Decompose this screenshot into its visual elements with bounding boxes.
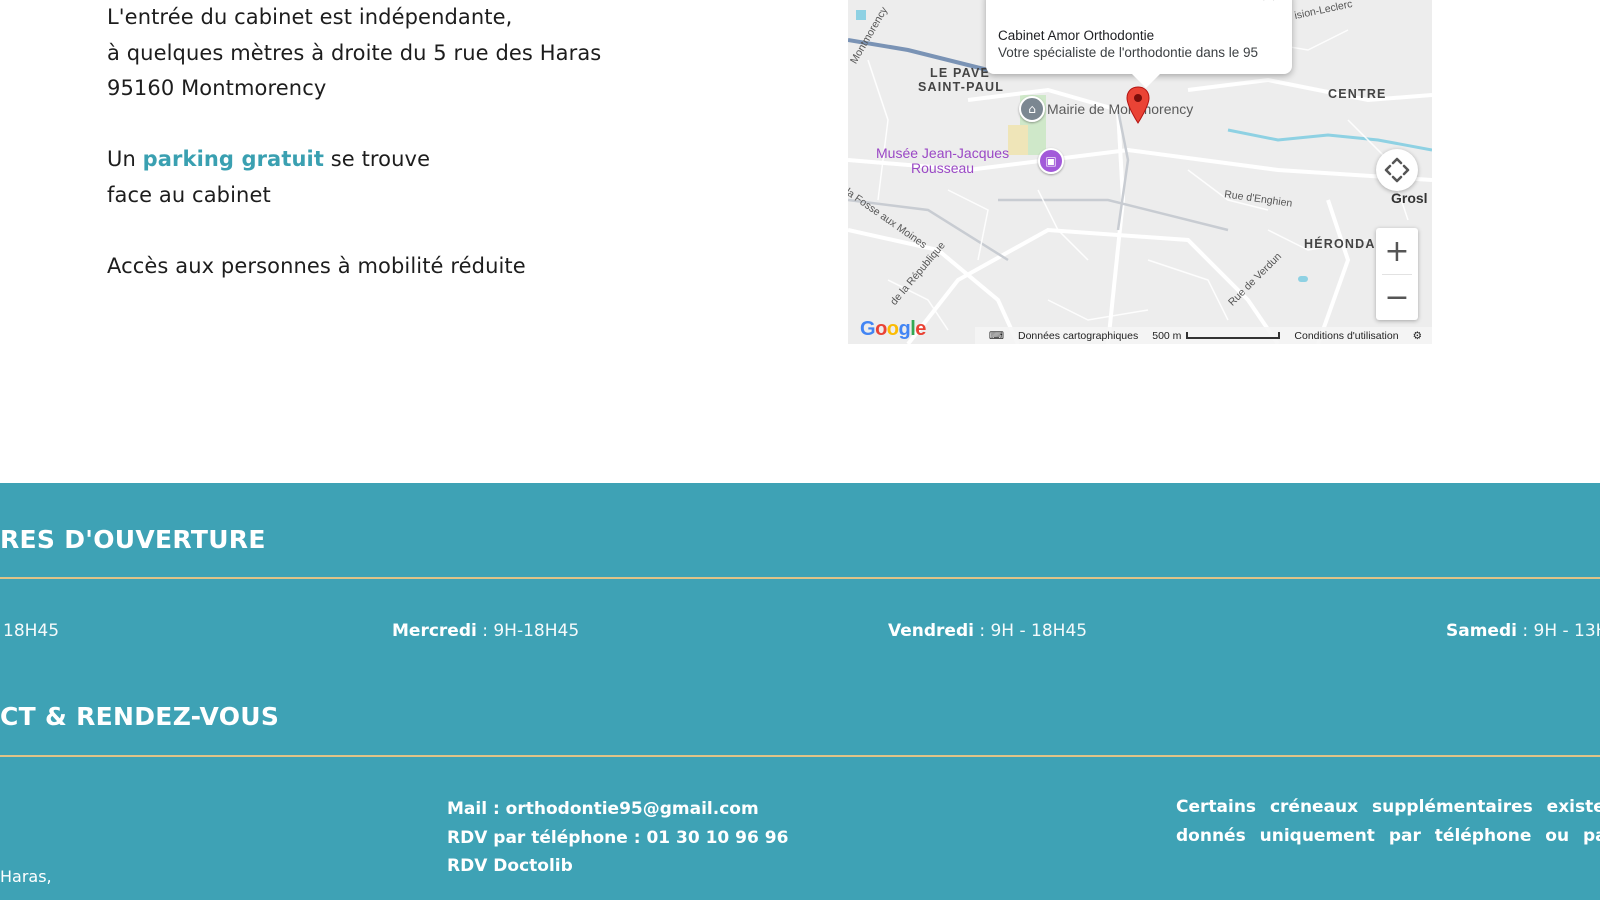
doctolib-link[interactable]: RDV Doctolib — [447, 852, 788, 881]
footer: RES D'OUVERTURE 18H45 Mercredi : 9H-18H4… — [0, 483, 1600, 900]
phone-link[interactable]: RDV par téléphone : 01 30 10 96 96 — [447, 824, 788, 853]
centre-label: CENTRE — [1328, 87, 1387, 101]
contact-divider — [0, 755, 1600, 757]
hours-item: Vendredi : 9H - 18H45 — [888, 621, 1088, 641]
museum-icon[interactable]: ▣ — [1038, 148, 1064, 174]
zoom-control: + − — [1376, 228, 1418, 320]
museum-label[interactable]: Musée Jean-Jacques Rousseau — [876, 146, 1009, 176]
info-window-subtitle: Votre spécialiste de l'orthodontie dans … — [998, 45, 1259, 60]
town-hall-icon[interactable]: ⌂ — [1019, 96, 1045, 122]
mairie-label[interactable]: Mairie de Montmorency — [1047, 101, 1193, 117]
postal-address-text: 95160 Montmorency — [107, 76, 327, 100]
zoom-in-button[interactable]: + — [1376, 229, 1418, 274]
contact-links: Mail : orthodontie95@gmail.com RDV par t… — [447, 795, 788, 881]
google-logo: Google — [860, 318, 926, 340]
le-pave-label: LE PAVE — [930, 66, 991, 80]
google-map[interactable]: Montmorency ision-Leclerc LE PAVE SAINT-… — [848, 0, 1432, 344]
zoom-out-button[interactable]: − — [1376, 275, 1418, 320]
close-icon[interactable]: ✕ — [1260, 0, 1278, 8]
hours-item: Samedi : 9H - 13H — [1446, 621, 1600, 641]
hours-item: Mercredi : 9H-18H45 — [392, 621, 580, 641]
keyboard-icon[interactable]: ⌨ — [989, 330, 1004, 342]
parking-highlight: parking gratuit — [142, 147, 324, 171]
opening-hours-title: RES D'OUVERTURE — [0, 525, 266, 554]
mail-link[interactable]: Mail : orthodontie95@gmail.com — [447, 795, 788, 824]
herondal-label: HÉRONDA — [1304, 237, 1376, 251]
info-window-title: Cabinet Amor Orthodontie — [998, 28, 1155, 43]
entrance-text: L'entrée du cabinet est indépendante, — [107, 5, 513, 29]
accessibility-text: Accès aux personnes à mobilité réduite — [107, 253, 526, 278]
address-fragment: Haras, — [0, 867, 52, 886]
parking-location-text: face au cabinet — [107, 182, 271, 207]
fullscreen-icon — [1384, 157, 1410, 183]
map-attribution: ⌨ Données cartographiques 500 m Conditio… — [974, 327, 1432, 344]
entrance-location-text: à quelques mètres à droite du 5 rue des … — [107, 40, 602, 65]
hours-divider — [0, 577, 1600, 579]
report-icon[interactable]: ⚙ — [1413, 330, 1422, 342]
map-footer: Google ⌨ Données cartographiques 500 m C… — [848, 318, 1432, 344]
access-info: L'entrée du cabinet est indépendante, à … — [107, 0, 727, 284]
scale-bar[interactable]: 500 m — [1152, 330, 1281, 342]
parking-text: Un parking gratuit se trouve — [107, 147, 431, 171]
extra-slots-note: Certains créneaux supplémentaires existe… — [1176, 797, 1600, 846]
fullscreen-button[interactable] — [1376, 149, 1418, 191]
saint-paul-label: SAINT-PAUL — [918, 80, 1005, 94]
map-data-link[interactable]: Données cartographiques — [1018, 330, 1138, 342]
location-pin-icon[interactable] — [1126, 86, 1150, 124]
contact-title: CT & RENDEZ-VOUS — [0, 702, 280, 731]
info-window: ✕ Cabinet Amor Orthodontie Votre spécial… — [986, 0, 1292, 88]
hours-item: 18H45 — [3, 621, 60, 641]
terms-link[interactable]: Conditions d'utilisation — [1294, 330, 1398, 342]
groslay-label: Grosl — [1391, 190, 1428, 206]
